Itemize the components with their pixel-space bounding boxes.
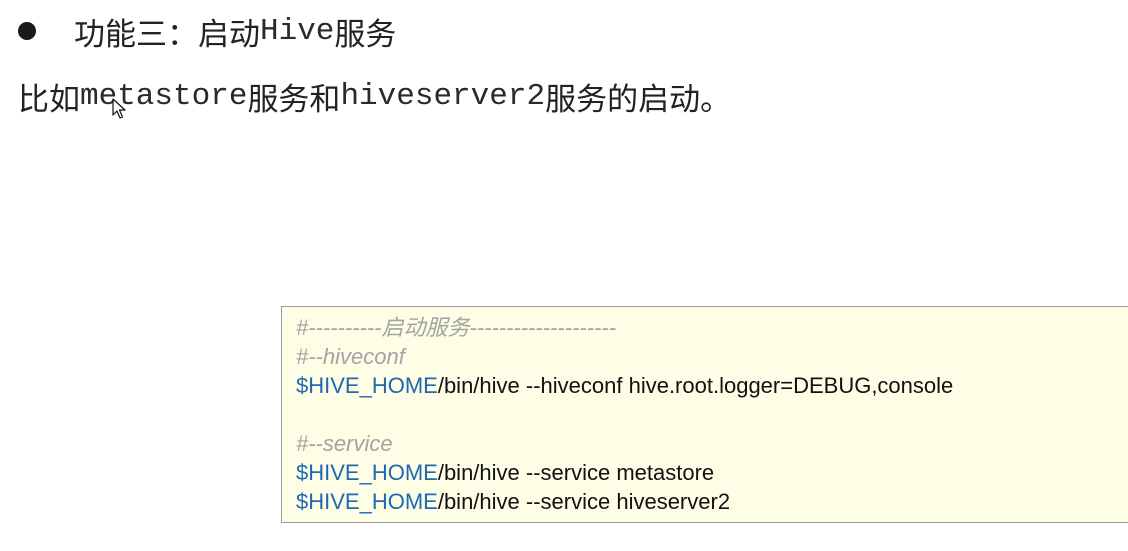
heading-suffix: 服务	[334, 16, 397, 53]
code-line-6: $HIVE_HOME/bin/hive --service metastore	[296, 458, 1128, 487]
code-comment: #--service	[296, 431, 393, 456]
para-metastore: metastore	[80, 78, 248, 114]
para-part3: 服务和	[247, 81, 341, 118]
code-comment: #--hiveconf	[296, 344, 405, 369]
code-line-1: #----------启动服务--------------------	[296, 313, 1128, 342]
code-line-5: #--service	[296, 429, 1128, 458]
code-variable: $HIVE_HOME	[296, 460, 438, 485]
code-line-3: $HIVE_HOME/bin/hive --hiveconf hive.root…	[296, 371, 1128, 400]
code-command: /bin/hive --hiveconf hive.root.logger=DE…	[437, 373, 954, 398]
code-comment: #----------启动服务--------------------	[296, 315, 617, 340]
para-part5: 服务的启动。	[545, 81, 732, 118]
heading-hive: Hive	[260, 13, 335, 49]
code-variable: $HIVE_HOME	[296, 373, 438, 398]
code-variable: $HIVE_HOME	[296, 489, 438, 514]
para-part1: 比如	[18, 81, 80, 118]
code-command: /bin/hive --service metastore	[437, 460, 715, 485]
code-line-2: #--hiveconf	[296, 342, 1128, 371]
code-block: #----------启动服务-------------------- #--h…	[281, 306, 1128, 523]
heading-prefix: 功能三：启动	[74, 16, 260, 53]
para-hiveserver2: hiveserver2	[340, 78, 546, 114]
code-line-7: $HIVE_HOME/bin/hive --service hiveserver…	[296, 487, 1128, 516]
section-heading: 功能三：启动 Hive 服务	[18, 8, 396, 54]
code-command: /bin/hive --service hiveserver2	[437, 489, 731, 514]
mouse-pointer-icon	[112, 98, 126, 119]
bullet-dot-icon	[18, 22, 36, 40]
